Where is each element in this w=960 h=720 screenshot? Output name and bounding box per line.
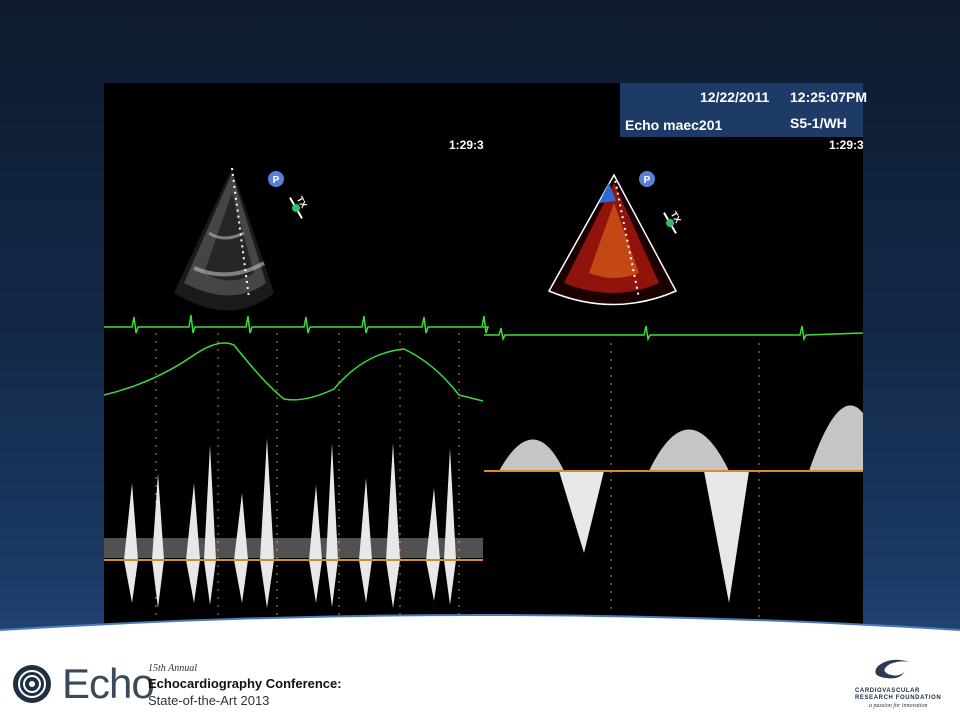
study-info-box: 12/22/2011 12:25:07PM Echo maec201 S5-1/… xyxy=(620,83,867,137)
echo-image: P TX P TX 1:29:3 1:29:3 xyxy=(104,83,863,636)
foundation-tagline: a passion for innovation xyxy=(869,703,928,709)
right-clock: 1:29:3 xyxy=(829,138,863,152)
slide: P TX P TX 1:29:3 1:29:3 12/22/2011 12:25… xyxy=(0,0,960,720)
left-p-label: P xyxy=(273,175,280,186)
study-name: Echo maec201 xyxy=(625,117,723,133)
conference-title: Echocardiography Conference: xyxy=(148,676,342,691)
echo-logo-word: Echo xyxy=(62,660,155,707)
crf-logo-icon xyxy=(875,659,910,679)
echo-image-panel: P TX P TX 1:29:3 1:29:3 xyxy=(104,83,863,636)
conference-subtitle: State-of-the-Art 2013 xyxy=(148,693,270,708)
study-time: 12:25:07PM xyxy=(790,89,868,105)
study-date: 12/22/2011 xyxy=(700,89,770,105)
conference-annual: 15th Annual xyxy=(148,663,197,674)
foundation-name-line1: CARDIOVASCULAR xyxy=(855,688,920,694)
right-p-label: P xyxy=(644,175,651,186)
left-clock: 1:29:3 xyxy=(449,138,484,152)
probe-name: S5-1/WH xyxy=(790,115,847,131)
foundation-name-line2: RESEARCH FOUNDATION xyxy=(855,695,942,701)
echo-logo-icon xyxy=(13,665,51,703)
